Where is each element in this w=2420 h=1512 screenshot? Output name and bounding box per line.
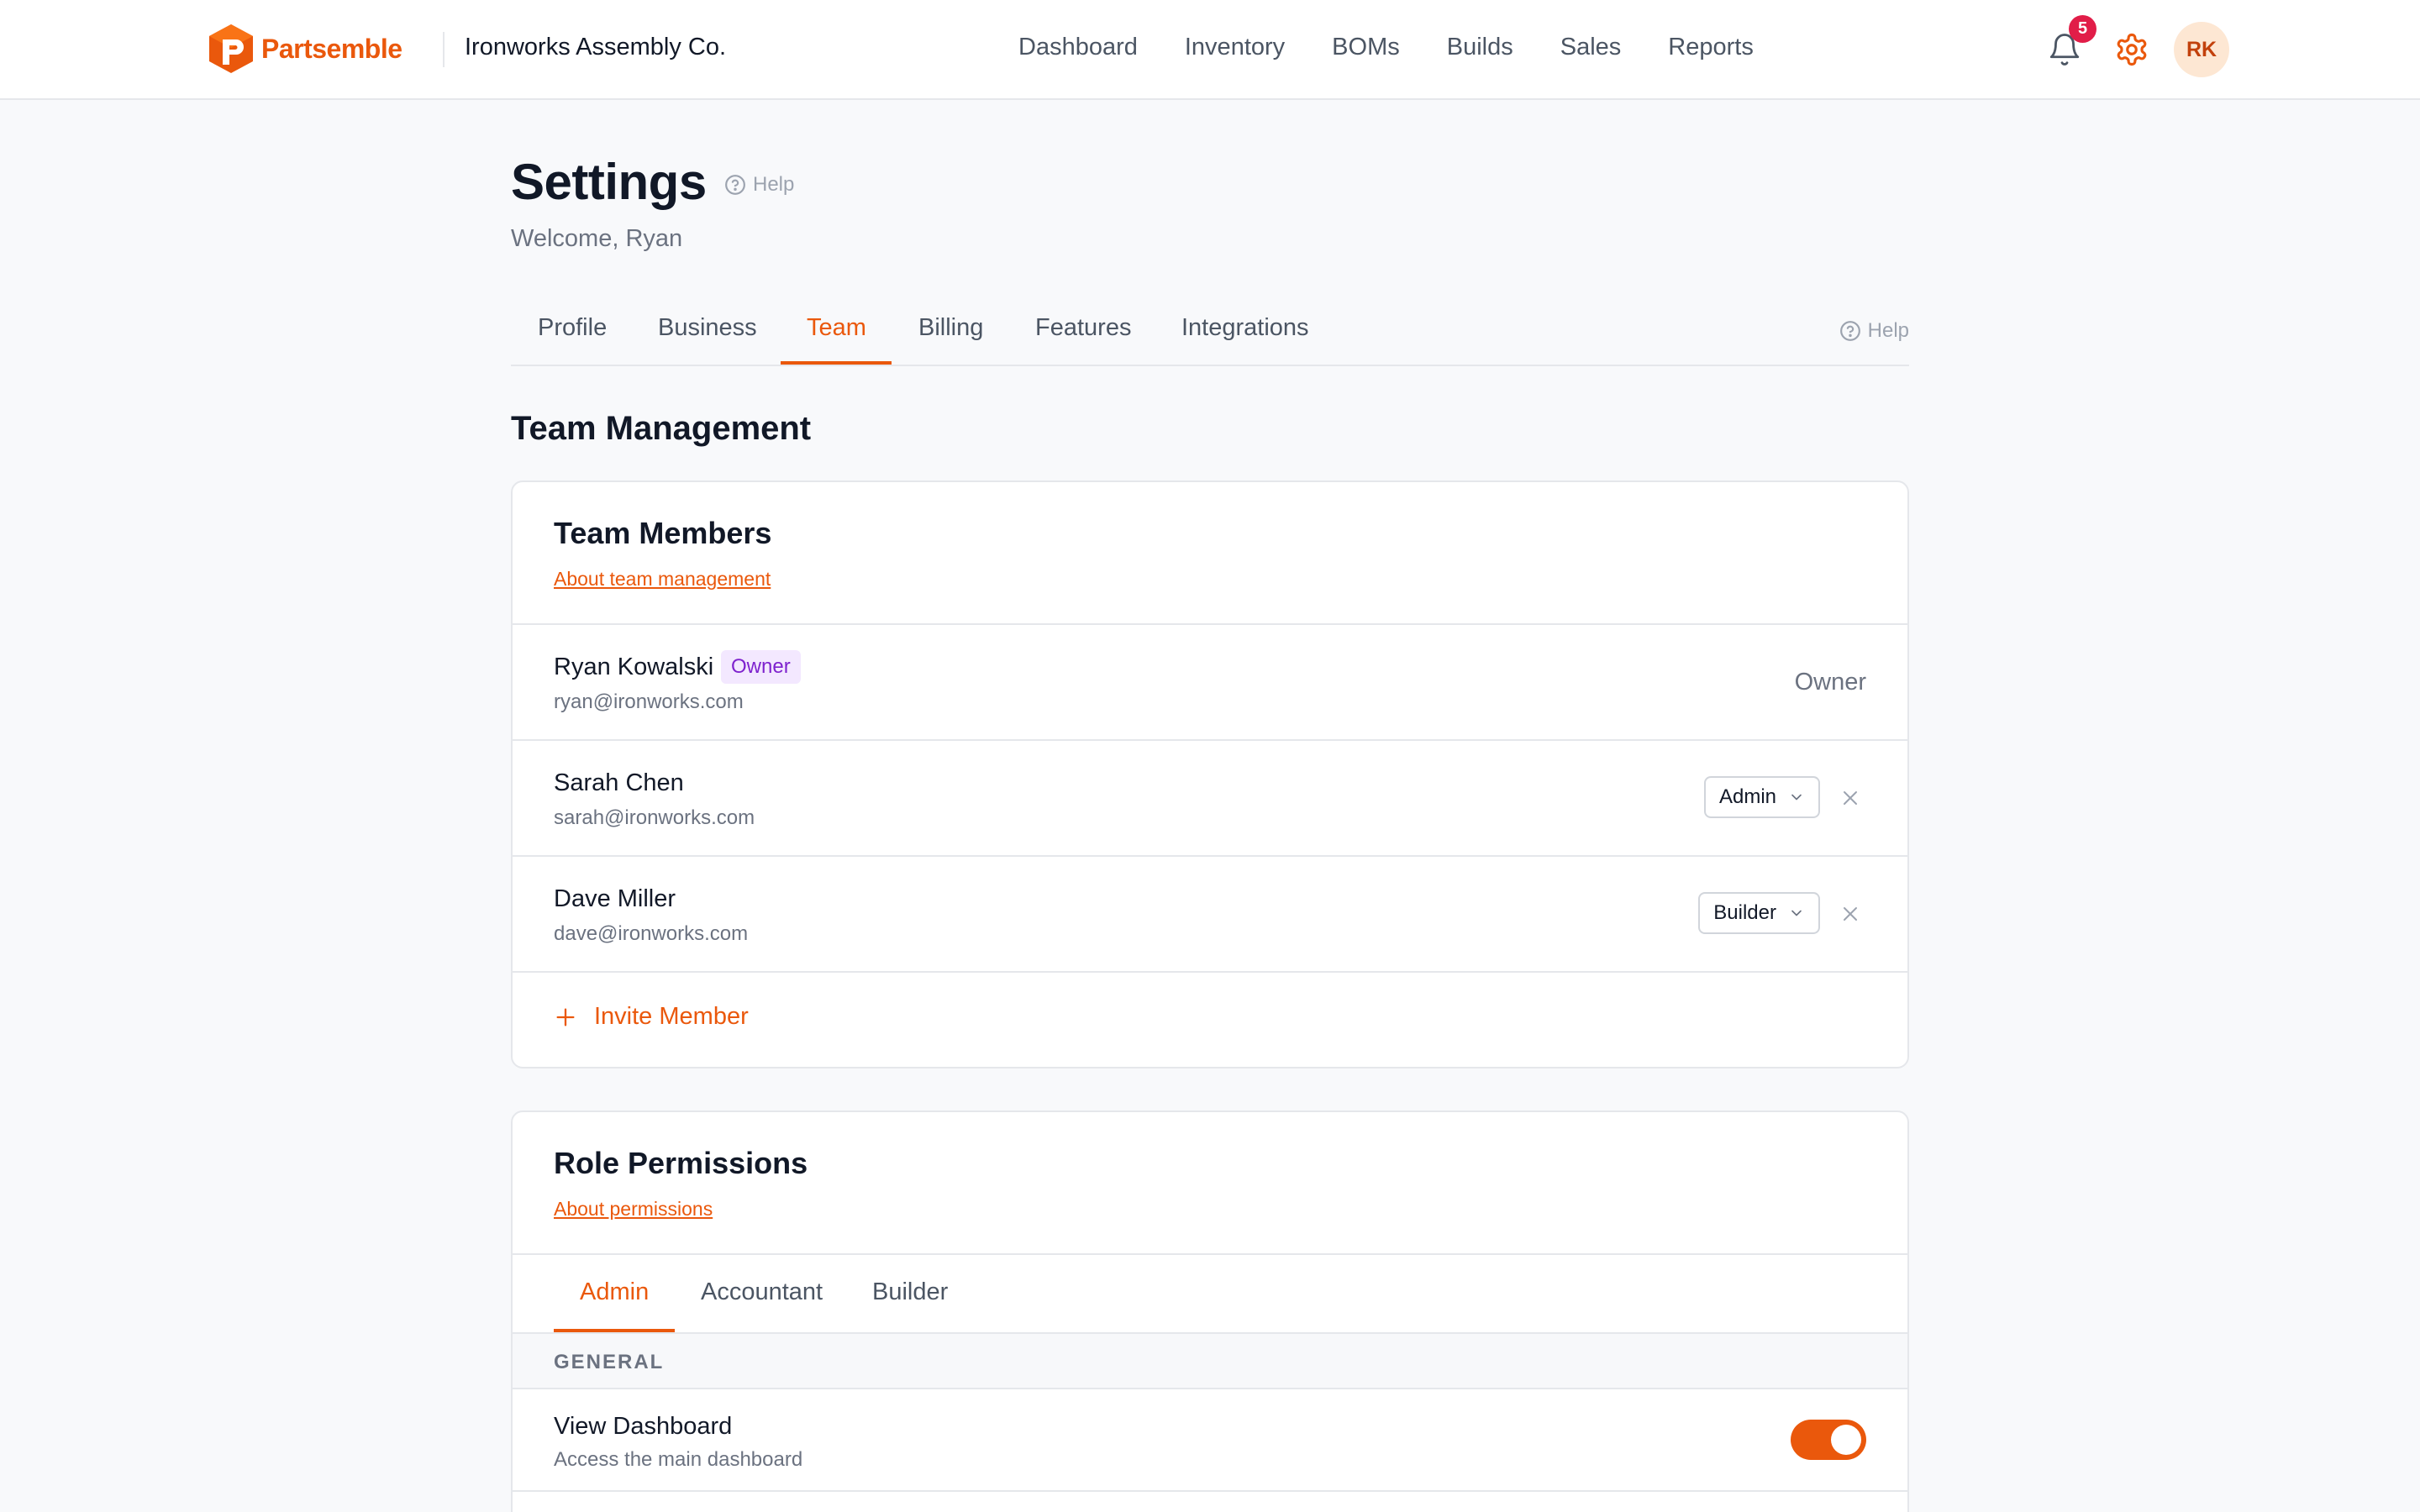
role-select-value: Builder bbox=[1713, 901, 1776, 924]
company-name: Ironworks Assembly Co. bbox=[465, 34, 727, 60]
role-permissions-card: Role Permissions About permissions Admin… bbox=[511, 1110, 1909, 1512]
user-avatar[interactable]: RK bbox=[2174, 22, 2229, 77]
team-members-card: Team Members About team management Ryan … bbox=[511, 480, 1909, 1068]
invite-member-button[interactable]: Invite Member bbox=[554, 1003, 749, 1031]
help-label: Help bbox=[753, 173, 795, 196]
plus-icon bbox=[556, 1008, 575, 1026]
member-row: Dave Miller dave@ironworks.com Builder bbox=[513, 857, 1907, 973]
tab-accountant[interactable]: Accountant bbox=[701, 1278, 823, 1306]
toggle-knob bbox=[1831, 1425, 1861, 1455]
top-navigation: Partsemble Ironworks Assembly Co. Dashbo… bbox=[0, 0, 2420, 100]
active-tab-indicator bbox=[781, 361, 892, 365]
tab-integrations[interactable]: Integrations bbox=[1181, 314, 1309, 342]
brand[interactable]: Partsemble bbox=[208, 23, 402, 75]
nav-link-builds[interactable]: Builds bbox=[1447, 34, 1513, 61]
section-title: Team Management bbox=[511, 410, 812, 447]
member-name: Ryan Kowalski bbox=[554, 654, 714, 680]
permission-toggle[interactable] bbox=[1791, 1420, 1866, 1460]
tab-features[interactable]: Features bbox=[1035, 314, 1131, 342]
tab-business[interactable]: Business bbox=[658, 314, 757, 342]
partsemble-logo-icon bbox=[209, 24, 253, 73]
member-name: Dave Miller bbox=[554, 885, 676, 912]
member-row: Ryan Kowalski Owner ryan@ironworks.com O… bbox=[513, 625, 1907, 741]
invite-member-label: Invite Member bbox=[594, 1003, 749, 1030]
chevron-down-icon bbox=[1791, 794, 1802, 801]
title-help-link[interactable]: Help bbox=[724, 173, 794, 197]
help-label: Help bbox=[1867, 319, 1909, 342]
brand-divider bbox=[443, 32, 445, 67]
card-title: Team Members bbox=[554, 516, 772, 550]
welcome-text: Welcome, Ryan bbox=[511, 225, 683, 252]
tab-team[interactable]: Team bbox=[807, 314, 866, 342]
tab-admin[interactable]: Admin bbox=[580, 1278, 649, 1306]
member-email: dave@ironworks.com bbox=[554, 922, 749, 945]
about-team-link[interactable]: About team management bbox=[554, 568, 771, 591]
permission-description: Access the main dashboard bbox=[554, 1448, 803, 1471]
permission-row: View Dashboard Access the main dashboard bbox=[513, 1389, 1907, 1492]
active-tab-indicator bbox=[554, 1329, 675, 1332]
nav-link-sales[interactable]: Sales bbox=[1560, 34, 1622, 61]
card-header: Role Permissions About permissions bbox=[513, 1112, 1907, 1255]
remove-member-icon[interactable] bbox=[1840, 788, 1860, 808]
nav-link-inventory[interactable]: Inventory bbox=[1185, 34, 1285, 61]
main-nav: Dashboard Inventory BOMs Builds Sales Re… bbox=[1018, 34, 1754, 61]
permission-role-tabs: Admin Accountant Builder bbox=[513, 1255, 1907, 1334]
brand-name: Partsemble bbox=[261, 33, 402, 64]
permission-group-header: GENERAL bbox=[513, 1334, 1907, 1389]
tabs-help-link[interactable]: Help bbox=[1839, 319, 1909, 343]
help-circle-icon bbox=[725, 175, 745, 195]
tab-billing[interactable]: Billing bbox=[918, 314, 983, 342]
member-role: Owner bbox=[1794, 669, 1866, 696]
page-title: Settings bbox=[511, 154, 707, 210]
owner-badge: Owner bbox=[721, 650, 801, 684]
card-title: Role Permissions bbox=[554, 1146, 808, 1180]
member-email: sarah@ironworks.com bbox=[554, 806, 755, 829]
gear-icon[interactable] bbox=[2114, 32, 2149, 67]
role-select-value: Admin bbox=[1718, 785, 1776, 808]
permission-name: View Dashboard bbox=[554, 1413, 733, 1440]
tab-builder[interactable]: Builder bbox=[872, 1278, 948, 1306]
settings-tabs: Profile Business Team Billing Features I… bbox=[511, 299, 1909, 366]
notification-badge: 5 bbox=[2069, 15, 2096, 43]
group-label: GENERAL bbox=[554, 1351, 665, 1373]
nav-link-boms[interactable]: BOMs bbox=[1332, 34, 1400, 61]
chevron-down-icon bbox=[1791, 910, 1802, 916]
help-circle-icon bbox=[1839, 321, 1860, 341]
member-name: Sarah Chen bbox=[554, 769, 684, 796]
member-row: Sarah Chen sarah@ironworks.com Admin bbox=[513, 741, 1907, 857]
remove-member-icon[interactable] bbox=[1840, 904, 1860, 924]
nav-link-dashboard[interactable]: Dashboard bbox=[1018, 34, 1138, 61]
role-select[interactable]: Builder bbox=[1698, 892, 1820, 934]
nav-link-reports[interactable]: Reports bbox=[1668, 34, 1754, 61]
tab-profile[interactable]: Profile bbox=[538, 314, 607, 342]
member-email: ryan@ironworks.com bbox=[554, 690, 744, 713]
role-select[interactable]: Admin bbox=[1703, 776, 1820, 818]
card-header: Team Members About team management bbox=[513, 482, 1907, 625]
about-permissions-link[interactable]: About permissions bbox=[554, 1198, 713, 1221]
